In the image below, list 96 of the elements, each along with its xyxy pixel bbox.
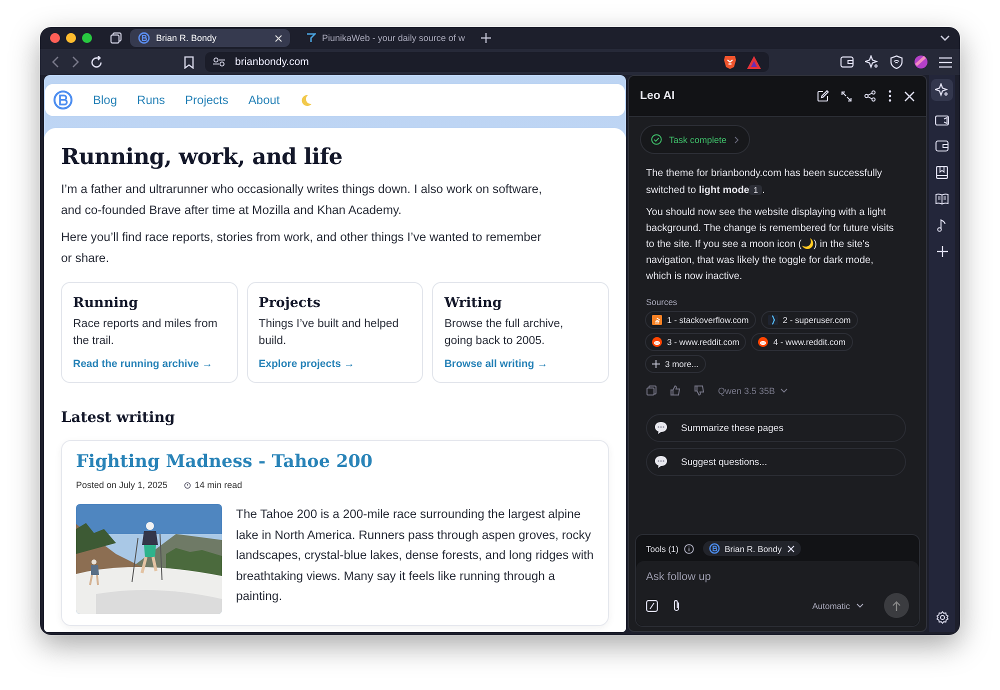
- more-options-icon[interactable]: [888, 90, 892, 102]
- citation-link[interactable]: 1: [749, 185, 762, 195]
- nav-link[interactable]: Blog: [93, 93, 118, 107]
- sources-label: Sources: [646, 297, 678, 307]
- nav-link[interactable]: Projects: [185, 93, 228, 107]
- forward-icon[interactable]: [71, 56, 79, 68]
- add-icon[interactable]: [936, 246, 948, 257]
- chat-bubble-icon: [653, 454, 669, 470]
- source-chip[interactable]: 4 - www.reddit.com: [751, 333, 853, 351]
- chat-bubble-icon: [653, 420, 669, 436]
- logo-icon: [708, 543, 720, 554]
- suggestion-button[interactable]: Summarize these pages: [646, 414, 906, 442]
- clock-icon: [184, 482, 191, 488]
- reload-icon[interactable]: [90, 56, 103, 68]
- back-icon[interactable]: [52, 56, 60, 68]
- bookmarks-icon[interactable]: [936, 166, 948, 179]
- logo-icon[interactable]: [53, 90, 73, 110]
- sparkle-icon[interactable]: [931, 79, 953, 101]
- source-chip[interactable]: 2 - superuser.com: [760, 311, 858, 329]
- info-icon[interactable]: [684, 544, 694, 554]
- card-description: Browse the full archive, going back to 2005.: [444, 317, 564, 349]
- post-date: Posted on July 1, 2025: [76, 480, 168, 490]
- source-chip[interactable]: 3 - www.reddit.com: [645, 333, 746, 351]
- reading-list-icon[interactable]: [935, 193, 949, 205]
- new-tab-icon[interactable]: [480, 33, 491, 43]
- site-settings-icon[interactable]: [213, 57, 225, 67]
- panel-title: Leo AI: [640, 90, 675, 102]
- card-description: Things I’ve built and helped build.: [258, 317, 400, 349]
- mode-selector[interactable]: Automatic: [806, 600, 870, 612]
- card-link[interactable]: Explore projects →: [258, 358, 354, 370]
- send-button[interactable]: [884, 593, 909, 618]
- settings-icon[interactable]: [936, 611, 948, 624]
- more-sources-button[interactable]: 3 more...: [645, 355, 706, 373]
- tab-overview-icon[interactable]: [110, 32, 122, 44]
- card-link[interactable]: Read the running archive →: [73, 358, 212, 370]
- wallet-icon[interactable]: [840, 56, 854, 68]
- source-chip[interactable]: 1 - stackoverflow.com: [645, 311, 756, 329]
- response-paragraph: You should now see the website displaying with a light background. The change is remembered for future visits to the site. If you see a moon icon (🌙) in the site's navigation, that was likely the toggle for dark mode, which is now inactive.: [646, 206, 895, 284]
- card-title: Projects: [258, 295, 322, 311]
- close-window-button[interactable]: [50, 33, 60, 43]
- close-icon[interactable]: [904, 90, 915, 102]
- copy-icon[interactable]: [646, 385, 657, 396]
- tools-label: Tools (1): [646, 544, 679, 554]
- plus-icon: [652, 360, 660, 368]
- card-link[interactable]: Browse all writing →: [444, 358, 548, 370]
- model-selector[interactable]: Qwen 3.5 35B: [718, 386, 788, 396]
- new-chat-icon[interactable]: [817, 90, 829, 102]
- slash-command-icon[interactable]: [646, 600, 658, 612]
- bookmark-icon[interactable]: [184, 56, 194, 68]
- read-time: 14 min read: [194, 480, 242, 490]
- page-heading: Running, work, and life: [61, 144, 344, 170]
- card-title: Running: [73, 295, 140, 311]
- profile-avatar-icon[interactable]: [914, 55, 928, 69]
- chevron-down-icon: [856, 603, 864, 608]
- maximize-window-button[interactable]: [82, 33, 92, 43]
- thumbs-up-icon[interactable]: [670, 385, 681, 396]
- wallet-icon[interactable]: [935, 140, 949, 152]
- intro-paragraph: I’m a father and ultrarunner who occasionally writes things down. I also work on software, and co-founded Brave after time at Mozilla and Khan Academy.: [61, 181, 543, 219]
- chevron-right-icon: [734, 136, 739, 144]
- suggestion-button[interactable]: Suggest questions...: [646, 448, 906, 476]
- thumbs-down-icon[interactable]: [694, 385, 705, 396]
- check-circle-icon: [651, 134, 662, 145]
- close-tab-icon[interactable]: [275, 34, 282, 42]
- post-title-link[interactable]: Fighting Madness - Tahoe 200: [76, 452, 373, 472]
- browser-tab[interactable]: PiunikaWeb - your daily source of w: [298, 29, 473, 47]
- chevron-down-icon: [780, 388, 788, 393]
- nav-link[interactable]: About: [248, 93, 280, 107]
- video-icon[interactable]: [935, 115, 949, 126]
- card-description: Race reports and miles from the trail.: [73, 317, 218, 349]
- sparkle-icon[interactable]: [865, 55, 879, 69]
- favicon-icon: [306, 33, 316, 43]
- triangle-icon[interactable]: [747, 56, 761, 68]
- intro-paragraph: Here you’ll find race reports, stories from work, and other things I’ve wanted to remember or share.: [61, 229, 542, 267]
- card-title: Writing: [444, 295, 503, 311]
- stacked-trays-icon: [652, 315, 662, 325]
- tool-chip[interactable]: Brian R. Bondy: [702, 541, 801, 556]
- minimize-window-button[interactable]: [66, 33, 76, 43]
- logo-icon: [138, 32, 150, 44]
- share-icon[interactable]: [864, 90, 876, 102]
- expand-icon[interactable]: [841, 90, 852, 102]
- nav-link[interactable]: Runs: [137, 93, 166, 107]
- follow-up-field[interactable]: Ask follow up Automatic: [636, 561, 919, 626]
- attachment-icon[interactable]: [672, 599, 681, 612]
- task-status-button[interactable]: Task complete: [640, 125, 750, 154]
- vpn-shield-icon[interactable]: [890, 55, 903, 69]
- browser-tab[interactable]: Brian R. Bondy: [130, 29, 290, 47]
- tab-list-chevron-icon[interactable]: [940, 35, 950, 41]
- section-heading: Latest writing: [61, 409, 176, 426]
- arrow-up-icon: [892, 600, 901, 610]
- menu-icon[interactable]: [939, 56, 952, 68]
- music-note-icon[interactable]: [937, 219, 947, 232]
- brace-icon: [768, 315, 778, 325]
- post-excerpt: The Tahoe 200 is a 200-mile race surrounding the largest alpine lake in North America. Runners pass through aspen groves, rocky landscapes, crystal-blue lakes, dense forests, and long ridges with breathtaking views. Many say it feels like running through a painting.: [236, 506, 594, 605]
- address-bar[interactable]: brianbondy.com: [205, 52, 769, 72]
- remove-icon[interactable]: [786, 544, 795, 552]
- response-paragraph: The theme for brianbondy.com has been successfully switched to light mode 1 .: [646, 167, 884, 198]
